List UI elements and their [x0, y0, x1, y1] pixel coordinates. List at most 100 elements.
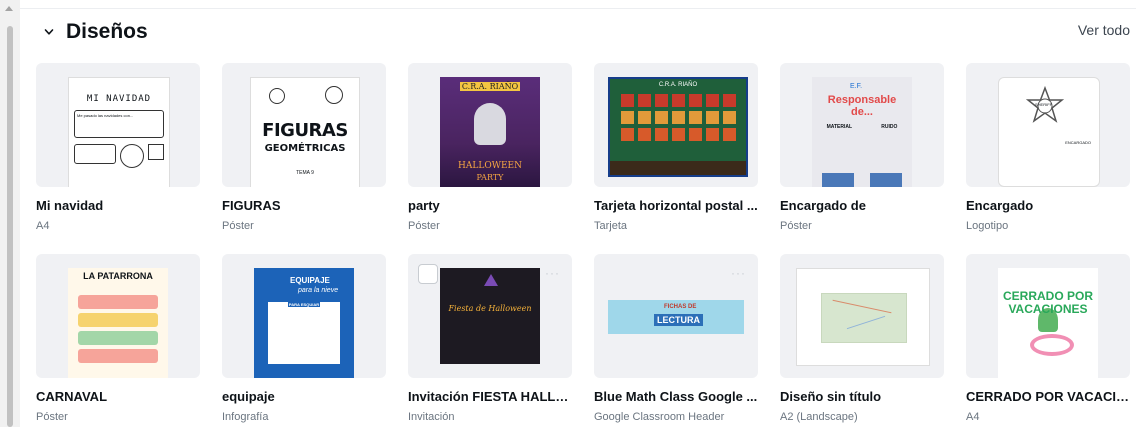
design-thumbnail[interactable]: Fiesta de Halloween ··· [408, 254, 572, 378]
thumbnail-labels: MATERIAL RUIDO [812, 124, 912, 130]
design-thumbnail[interactable]: C.R.A. RIAÑO [594, 63, 758, 187]
design-card[interactable]: FICHAS DE LECTURA ··· Blue Math Class Go… [594, 254, 758, 423]
select-checkbox[interactable] [418, 264, 438, 284]
thumbnail-preview: LA PATARRONA [68, 268, 168, 378]
thumbnail-art [74, 144, 164, 168]
design-type: Tarjeta [594, 220, 628, 232]
design-type: A4 [966, 411, 980, 423]
chevron-down-icon[interactable] [44, 27, 54, 37]
thumbnail-text: MATERIAL [826, 124, 853, 130]
thumbnail-text: Responsable de... [827, 94, 897, 118]
thumbnail-preview: Fiesta de Halloween [440, 268, 540, 364]
design-type: Google Classroom Header [594, 411, 725, 423]
design-type: A2 (Landscape) [780, 411, 858, 423]
design-type: Póster [408, 220, 440, 232]
thumbnail-preview: SHERIFF ENCARGADO [998, 77, 1100, 187]
section-title: Diseños [66, 20, 148, 43]
design-thumbnail[interactable]: FIGURAS GEOMÉTRICAS TEMA 9 [222, 63, 386, 187]
thumbnail-preview: FICHAS DE LECTURA [608, 300, 744, 334]
thumbnail-text: RUIDO [881, 124, 898, 130]
design-thumbnail[interactable]: FICHAS DE LECTURA ··· [594, 254, 758, 378]
thumbnail-text: GEOMÉTRICAS [264, 143, 346, 154]
thumbnail-text: MI NAVIDAD [86, 94, 152, 104]
thumbnail-text: FIGURAS [262, 120, 348, 141]
thumbnail-preview: CERRADO POR VACACIONES [998, 268, 1098, 378]
design-name[interactable]: party [408, 198, 572, 214]
design-card[interactable]: E.F. Responsable de... MATERIAL RUIDO En… [780, 63, 944, 232]
design-thumbnail[interactable]: SHERIFF ENCARGADO [966, 63, 1130, 187]
thumbnail-text: SHERIFF [1035, 102, 1053, 107]
design-name[interactable]: Encargado [966, 198, 1130, 214]
design-name[interactable]: CARNAVAL [36, 389, 200, 405]
scroll-up-arrow-icon[interactable] [5, 6, 13, 11]
thumbnail-text: CERRADO POR VACACIONES [1002, 289, 1093, 316]
more-options-icon[interactable]: ··· [731, 266, 746, 280]
thumbnail-text: PARTY [476, 173, 504, 182]
design-type: Invitación [408, 411, 455, 423]
design-type: Póster [36, 411, 68, 423]
vertical-scrollbar[interactable] [0, 0, 20, 427]
ghost-icon [474, 103, 506, 145]
design-name[interactable]: CERRADO POR VACACIO... [966, 389, 1130, 405]
witch-hat-icon [484, 274, 498, 286]
design-card[interactable]: Fiesta de Halloween ··· Invitación FIEST… [408, 254, 572, 423]
thumbnail-preview: C.R.A. RIAÑO HALLOWEEN PARTY [440, 77, 540, 187]
thumbnail-text: FICHAS DE [664, 304, 697, 310]
design-card[interactable]: C.R.A. RIAÑO HALLOWEEN PARTY party Póste… [408, 63, 572, 232]
thumbnail-preview: E.F. Responsable de... MATERIAL RUIDO [812, 77, 912, 187]
thumbnail-preview: FIGURAS GEOMÉTRICAS TEMA 9 [250, 77, 360, 187]
atom-icon [269, 88, 285, 104]
photo-grid [610, 94, 746, 141]
design-card[interactable]: MI NAVIDAD Me pasado las navidades con..… [36, 63, 200, 232]
design-type: Logotipo [966, 220, 1009, 232]
design-name[interactable]: equipaje [222, 389, 386, 405]
thumbnail-preview: MI NAVIDAD Me pasado las navidades con..… [68, 77, 170, 187]
design-card[interactable]: SHERIFF ENCARGADO Encargado Logotipo [966, 63, 1130, 232]
design-card[interactable]: C.R.A. RIAÑO Tarjeta horizontal postal .… [594, 63, 758, 232]
design-thumbnail[interactable]: CERRADO POR VACACIONES [966, 254, 1130, 378]
thumbnail-text: LECTURA [654, 314, 703, 326]
thumbnail-text: TEMA 9 [296, 170, 314, 176]
thumbnail-list: PARA ESQUIAR [268, 302, 340, 364]
thumbnail-text: HALLOWEEN [458, 161, 522, 171]
more-options-icon[interactable]: ··· [545, 266, 560, 280]
planet-icon [325, 86, 343, 104]
thumbnail-text: PARA ESQUIAR [288, 302, 320, 307]
designs-grid: MI NAVIDAD Me pasado las navidades con..… [36, 63, 1130, 423]
design-card[interactable]: CERRADO POR VACACIONES CERRADO POR VACAC… [966, 254, 1130, 423]
design-card[interactable]: EQUIPAJE para la nieve PARA ESQUIAR equi… [222, 254, 386, 423]
scrollbar-thumb[interactable] [7, 26, 13, 427]
thumbnail-text: LA PATARRONA [83, 271, 153, 281]
design-name[interactable]: Tarjeta horizontal postal ... [594, 198, 758, 214]
design-card[interactable]: LA PATARRONA CARNAVAL Póster [36, 254, 200, 423]
design-thumbnail[interactable]: E.F. Responsable de... MATERIAL RUIDO [780, 63, 944, 187]
see-all-link[interactable]: Ver todo [1078, 22, 1130, 38]
section-header: Diseños [44, 18, 148, 46]
design-name[interactable]: Mi navidad [36, 198, 200, 214]
design-card[interactable]: Diseño sin título A2 (Landscape) [780, 254, 944, 423]
thumbnail-text: para la nieve [298, 287, 339, 294]
design-name[interactable]: Blue Math Class Google ... [594, 389, 758, 405]
thumbnail-preview [796, 268, 930, 366]
design-type: Infografía [222, 411, 269, 423]
design-name[interactable]: Invitación FIESTA HALLO... [408, 389, 572, 405]
thumbnail-text: E.F. [850, 83, 863, 90]
divider [20, 8, 1136, 9]
thumbnail-text: C.R.A. RIAÑO [658, 82, 698, 88]
design-thumbnail[interactable]: MI NAVIDAD Me pasado las navidades con..… [36, 63, 200, 187]
design-name[interactable]: Diseño sin título [780, 389, 944, 405]
design-thumbnail[interactable]: EQUIPAJE para la nieve PARA ESQUIAR [222, 254, 386, 378]
thumbnail-preview: EQUIPAJE para la nieve PARA ESQUIAR [254, 268, 354, 378]
design-name[interactable]: FIGURAS [222, 198, 386, 214]
design-thumbnail[interactable]: C.R.A. RIAÑO HALLOWEEN PARTY [408, 63, 572, 187]
design-thumbnail[interactable] [780, 254, 944, 378]
design-card[interactable]: FIGURAS GEOMÉTRICAS TEMA 9 FIGURAS Póste… [222, 63, 386, 232]
float-ring-icon [1030, 334, 1074, 356]
design-type: Póster [222, 220, 254, 232]
design-thumbnail[interactable]: LA PATARRONA [36, 254, 200, 378]
thumbnail-text: Fiesta de Halloween [448, 304, 532, 313]
design-type: A4 [36, 220, 50, 232]
thumbnail-text: ENCARGADO [1065, 140, 1091, 145]
design-name[interactable]: Encargado de [780, 198, 944, 214]
map-image [821, 293, 907, 343]
